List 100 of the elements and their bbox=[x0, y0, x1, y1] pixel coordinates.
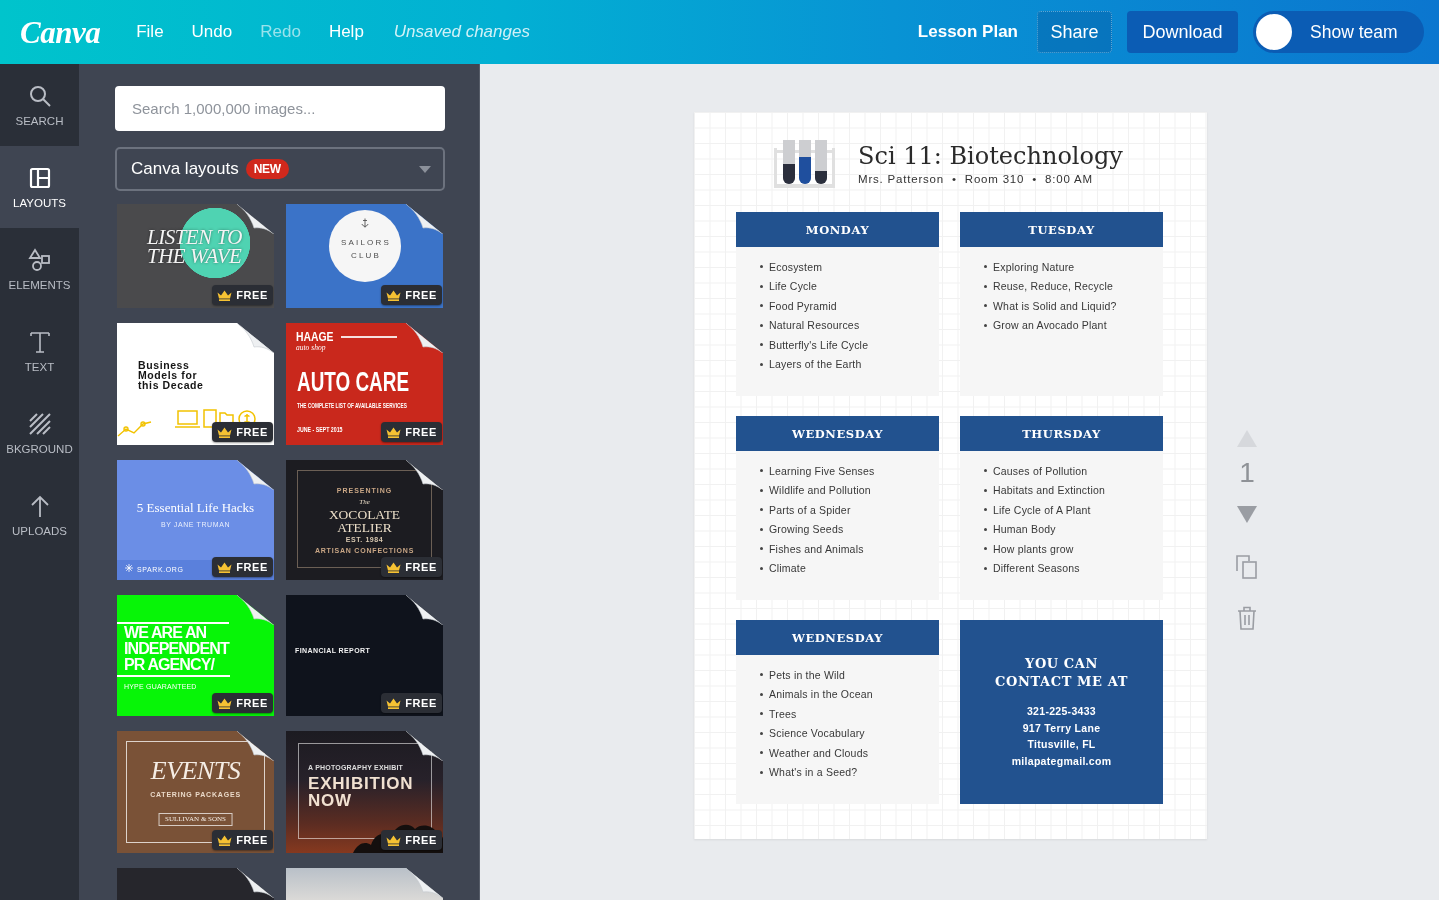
sidebar-tab[interactable]: LAYOUTS bbox=[0, 146, 79, 228]
thumbnail-text: XOCOLATE ATELIER bbox=[327, 508, 402, 534]
crown-icon bbox=[386, 289, 402, 301]
topic-text: Wildlife and Pollution bbox=[769, 484, 871, 497]
bullet-icon bbox=[984, 323, 987, 327]
download-button[interactable]: Download bbox=[1127, 11, 1238, 53]
bullet-icon bbox=[760, 343, 763, 347]
layout-thumbnail[interactable]: Business Models for this Decade FREE bbox=[117, 323, 274, 445]
topic-text: Pets in the Wild bbox=[769, 668, 846, 681]
bullet-icon bbox=[760, 323, 763, 327]
page-number: 1 bbox=[1239, 458, 1255, 488]
day-header: WEDNESDAY bbox=[736, 620, 939, 655]
bullet-icon bbox=[984, 469, 987, 473]
share-button[interactable]: Share bbox=[1037, 11, 1112, 53]
bullet-icon bbox=[984, 488, 987, 492]
free-label: FREE bbox=[236, 289, 268, 301]
crown-icon bbox=[217, 697, 233, 709]
thumbnail-text: Business Models for this Decade bbox=[138, 360, 205, 390]
save-status-text: Unsaved changes bbox=[393, 22, 530, 42]
topic-text: Science Vocabulary bbox=[769, 727, 865, 740]
bullet-icon bbox=[760, 770, 763, 774]
crown-icon bbox=[386, 426, 402, 438]
day-header: WEDNESDAY bbox=[736, 416, 939, 451]
bullet-icon bbox=[984, 566, 987, 570]
topic-text: Butterfly's Life Cycle bbox=[769, 338, 869, 351]
bullet-icon bbox=[760, 731, 763, 735]
topic-text: Fishes and Animals bbox=[769, 542, 864, 555]
sidebar-tab[interactable]: TEXT bbox=[0, 310, 79, 392]
bullet-icon bbox=[760, 527, 763, 531]
sidebar-tab[interactable]: ELEMENTS bbox=[0, 228, 79, 310]
layout-thumbnail[interactable]: SAILORS CLUB FREE bbox=[286, 204, 443, 308]
new-badge: NEW bbox=[245, 159, 289, 179]
topic-text: Learning Five Senses bbox=[769, 464, 875, 477]
contact-line: 321-225-3433 bbox=[1026, 704, 1097, 719]
topic-text: Human Body bbox=[993, 523, 1056, 536]
topic-text: Natural Resources bbox=[769, 319, 860, 332]
toggle-knob-icon bbox=[1256, 14, 1292, 50]
crown-icon bbox=[386, 561, 402, 573]
topic-text: What is Solid and Liquid? bbox=[993, 299, 1117, 312]
topic-text: Reuse, Reduce, Recycle bbox=[993, 280, 1113, 293]
topic-text: Layers of the Earth bbox=[769, 358, 862, 371]
bullet-icon bbox=[760, 469, 763, 473]
crown-icon bbox=[217, 289, 233, 301]
document-name[interactable]: Lesson Plan bbox=[917, 22, 1018, 42]
topic-text: Grow an Avocado Plant bbox=[993, 319, 1107, 332]
thumbnail-text: WE ARE AN INDEPENDENT PR AGENCY/ bbox=[124, 625, 231, 673]
thumbnail-text: 5 Essential Life Hacks bbox=[136, 501, 255, 514]
search-field[interactable]: Search 1,000,000 images... bbox=[115, 86, 445, 131]
free-label: FREE bbox=[405, 561, 437, 573]
contact-heading: YOU CAN CONTACT ME AT bbox=[994, 655, 1129, 691]
bullet-icon bbox=[984, 284, 987, 288]
topic-text: Different Seasons bbox=[993, 562, 1080, 575]
text-tool-icon bbox=[27, 330, 52, 354]
free-label: FREE bbox=[405, 289, 437, 301]
sidebar-tab[interactable]: BKGROUND bbox=[0, 392, 79, 474]
caret-down-icon[interactable] bbox=[1237, 506, 1257, 523]
contact-line: milapategmail.com bbox=[1011, 753, 1112, 769]
caret-down-icon bbox=[419, 165, 431, 173]
topic-text: Trees bbox=[769, 707, 797, 720]
shapes-icon bbox=[27, 248, 52, 272]
bullet-icon bbox=[760, 488, 763, 492]
thumbnail-text: EVENTS bbox=[150, 758, 241, 784]
layout-dropdown[interactable]: Canva layouts NEW bbox=[115, 147, 445, 191]
line-chart-icon bbox=[117, 418, 153, 438]
contact-line: 917 Terry Lane bbox=[1021, 720, 1102, 736]
topic-text: How plants grow bbox=[993, 542, 1074, 555]
document-subtitle: Mrs. Patterson • Room 310 • 8:00 AM bbox=[858, 172, 1094, 186]
trash-icon[interactable] bbox=[1237, 606, 1257, 630]
document-title: Sci 11: Biotechnology bbox=[858, 142, 1123, 170]
day-header: THURSDAY bbox=[960, 416, 1163, 451]
bullet-icon bbox=[760, 265, 763, 269]
topic-text: Parts of a Spider bbox=[769, 503, 851, 516]
thumbnail-text: SAILORS CLUB bbox=[339, 237, 393, 262]
test-tubes-icon bbox=[774, 140, 835, 188]
stripes-icon bbox=[27, 412, 52, 436]
day-header: MONDAY bbox=[736, 212, 939, 247]
bullet-icon bbox=[760, 692, 763, 696]
topic-text: Food Pyramid bbox=[769, 299, 837, 312]
sidebar-tab[interactable]: SEARCH bbox=[0, 64, 79, 146]
sidebar-tab[interactable]: UPLOADS bbox=[0, 474, 79, 556]
search-icon bbox=[27, 84, 52, 108]
contact-line: Titusville, FL bbox=[1026, 737, 1097, 752]
crown-icon bbox=[217, 426, 233, 438]
crown-icon bbox=[217, 834, 233, 846]
copy-icon[interactable] bbox=[1236, 555, 1258, 579]
free-label: FREE bbox=[236, 426, 268, 438]
free-label: FREE bbox=[236, 834, 268, 846]
bullet-icon bbox=[984, 265, 987, 269]
bullet-icon bbox=[984, 508, 987, 512]
free-label: FREE bbox=[405, 834, 437, 846]
topic-text: Life Cycle of A Plant bbox=[993, 503, 1091, 516]
free-label: FREE bbox=[405, 426, 437, 438]
show-team-toggle[interactable]: Show team bbox=[1253, 11, 1424, 53]
thumbnail-text: HAAGE bbox=[296, 330, 334, 343]
topic-text: Ecosystem bbox=[769, 260, 823, 273]
topic-text: Causes of Pollution bbox=[993, 464, 1088, 477]
topic-text: Life Cycle bbox=[769, 280, 818, 293]
bullet-icon bbox=[760, 712, 763, 716]
bullet-icon bbox=[760, 304, 763, 308]
topic-text: Animals in the Ocean bbox=[769, 688, 873, 701]
